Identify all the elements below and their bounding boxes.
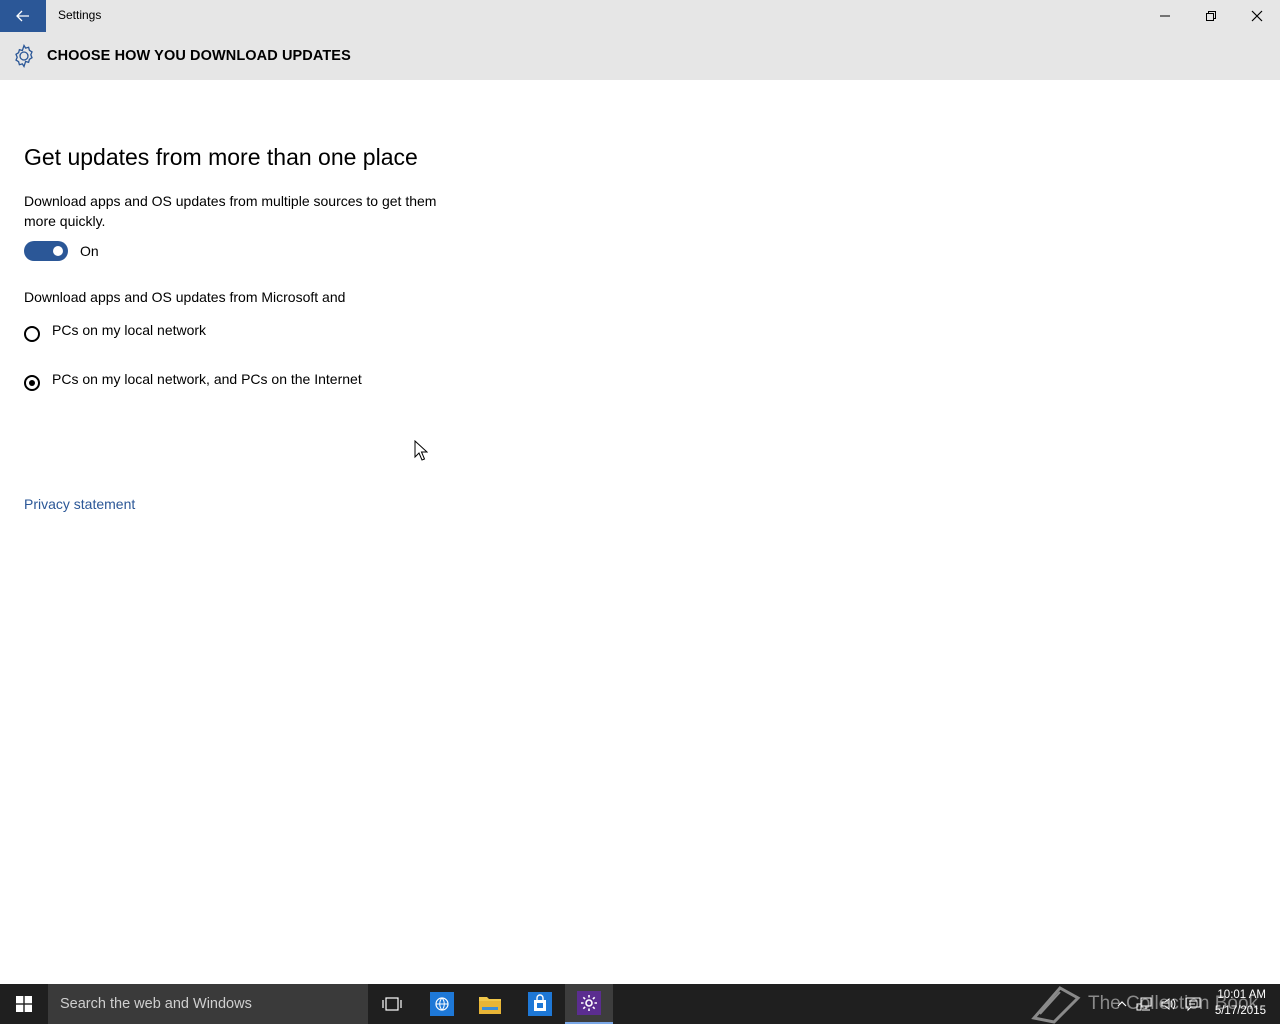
clock-time: 10:01 AM — [1217, 989, 1266, 1001]
settings-gear-icon — [577, 991, 601, 1015]
settings-taskbar-button[interactable] — [565, 984, 613, 1024]
task-view-button[interactable] — [368, 984, 416, 1024]
toggle-knob — [53, 246, 63, 256]
book-icon — [1031, 986, 1081, 1024]
show-hidden-icons-button[interactable] — [1114, 996, 1130, 1012]
page-header: CHOOSE HOW YOU DOWNLOAD UPDATES — [0, 32, 1280, 80]
windows-logo-icon — [16, 996, 32, 1012]
back-arrow-icon — [16, 10, 29, 22]
restore-button[interactable] — [1188, 0, 1234, 32]
window-title: Settings — [58, 8, 102, 22]
file-explorer-taskbar-button[interactable] — [466, 984, 514, 1024]
clock-date: 5/17/2015 — [1214, 1005, 1266, 1017]
title-bar: Settings — [0, 0, 1280, 32]
close-icon — [1251, 10, 1263, 22]
store-taskbar-button[interactable] — [516, 984, 564, 1024]
section-description: Download apps and OS updates from multip… — [24, 193, 437, 229]
taskbar-search-box[interactable]: Search the web and Windows — [48, 984, 368, 1024]
taskbar-clock[interactable]: 10:01 AM 5/17/2015 — [1215, 987, 1266, 1019]
start-button[interactable] — [0, 984, 48, 1024]
message-icon — [1185, 997, 1201, 1012]
store-bag-icon — [528, 992, 552, 1016]
taskbar: Search the web and Windows The Collectio… — [0, 984, 1280, 1024]
radio-local-network-label[interactable]: PCs on my local network — [52, 322, 206, 338]
gear-icon — [15, 43, 33, 69]
folder-icon — [479, 997, 501, 1014]
speaker-icon — [1161, 998, 1176, 1010]
mouse-cursor-icon — [414, 440, 428, 461]
minimize-button[interactable] — [1142, 0, 1188, 32]
network-tray-button[interactable] — [1136, 996, 1152, 1012]
privacy-statement-link[interactable]: Privacy statement — [24, 496, 135, 512]
toggle-state-label: On — [80, 243, 99, 259]
radio-selected-dot — [29, 380, 35, 386]
section-heading: Get updates from more than one place — [24, 144, 418, 170]
close-button[interactable] — [1234, 0, 1280, 32]
chevron-up-icon — [1117, 1001, 1127, 1007]
back-button[interactable] — [0, 0, 46, 32]
restore-icon — [1206, 11, 1216, 21]
radio-local-and-internet-label[interactable]: PCs on my local network, and PCs on the … — [52, 371, 362, 387]
task-view-icon — [382, 997, 402, 1011]
network-icon — [1136, 997, 1152, 1011]
volume-tray-button[interactable] — [1160, 996, 1176, 1012]
radio-local-and-internet[interactable] — [24, 375, 40, 391]
multiple-sources-toggle[interactable] — [24, 241, 68, 261]
browser-taskbar-button[interactable] — [418, 984, 466, 1024]
sources-label: Download apps and OS updates from Micros… — [24, 289, 346, 305]
page-title: CHOOSE HOW YOU DOWNLOAD UPDATES — [47, 48, 351, 64]
action-center-button[interactable] — [1185, 996, 1201, 1012]
radio-local-network[interactable] — [24, 326, 40, 342]
minimize-icon — [1160, 15, 1170, 17]
browser-icon — [430, 992, 454, 1016]
